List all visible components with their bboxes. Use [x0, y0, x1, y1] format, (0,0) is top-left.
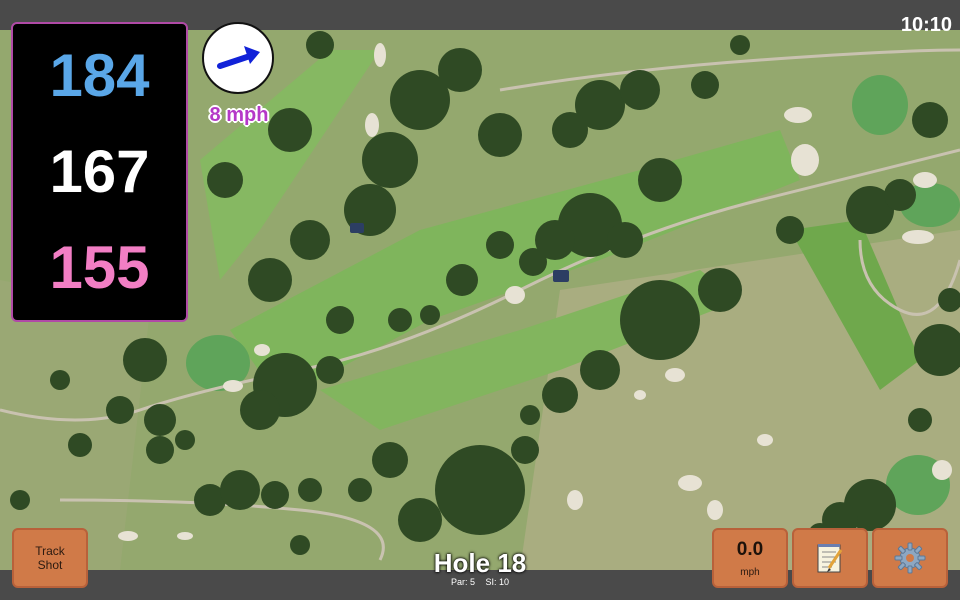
- speed-unit: mph: [740, 566, 760, 578]
- track-shot-label-line1: Track: [35, 544, 65, 558]
- track-shot-label-line2: Shot: [37, 558, 63, 572]
- speed-value: 0.0: [736, 538, 764, 560]
- notes-button[interactable]: [792, 528, 868, 588]
- notepad-icon: [817, 544, 843, 573]
- back-distance: 184: [49, 42, 150, 109]
- speed-button[interactable]: 0.0 mph: [712, 528, 788, 588]
- wind-arrow-icon: [217, 46, 260, 69]
- front-distance: 155: [49, 234, 150, 301]
- hole-title: Hole 18: [433, 548, 527, 578]
- track-shot-button[interactable]: Track Shot: [12, 528, 88, 588]
- hole-details: Par: 5 SI: 10: [380, 577, 580, 587]
- par-label: Par: 5: [450, 577, 475, 587]
- wind-speed-label: 8 mph: [209, 104, 269, 126]
- wind-indicator: [202, 22, 274, 94]
- center-distance: 167: [49, 138, 150, 205]
- clock: 10:10: [900, 14, 952, 36]
- distance-panel: 184 167 155: [11, 22, 188, 322]
- settings-button[interactable]: [872, 528, 948, 588]
- gear-icon: [894, 542, 926, 574]
- stroke-index-label: SI: 10: [485, 577, 510, 587]
